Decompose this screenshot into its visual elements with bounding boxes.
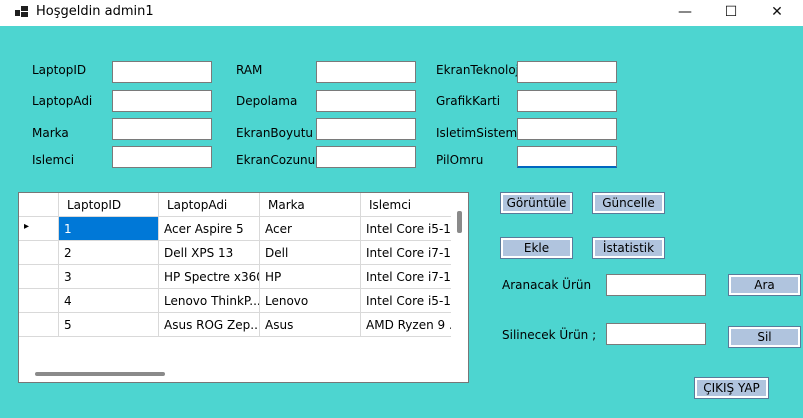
table-cell[interactable]: Intel Core i7-1... <box>361 241 461 265</box>
table-cell[interactable]: Acer <box>260 217 361 241</box>
label-aranacak-urun: Aranacak Ürün <box>502 278 592 292</box>
table-cell[interactable]: Asus ROG Zep... <box>159 313 260 337</box>
ekran-teknolojisi-field[interactable] <box>517 61 617 83</box>
grid-header: LaptopID LaptopAdi Marka Islemci <box>19 193 468 217</box>
column-header-islemci[interactable]: Islemci <box>361 193 461 217</box>
guncelle-button[interactable]: Güncelle <box>592 192 665 214</box>
column-header-laptop-adi[interactable]: LaptopAdi <box>159 193 260 217</box>
laptop-data-grid[interactable]: LaptopID LaptopAdi Marka Islemci ▸ 1 Ace… <box>18 192 469 383</box>
table-cell[interactable]: 4 <box>59 289 159 313</box>
ekran-cozunurlugu-field[interactable] <box>316 146 416 168</box>
table-cell[interactable]: Asus <box>260 313 361 337</box>
window-title: Hoşgeldin admin1 <box>36 4 154 19</box>
label-isletim-sistemi: IsletimSistemi <box>436 126 518 140</box>
grafik-karti-field[interactable] <box>517 90 617 112</box>
table-cell[interactable]: 2 <box>59 241 159 265</box>
label-ekran-boyutu: EkranBoyutu <box>236 126 314 140</box>
label-ram: RAM <box>236 63 263 77</box>
current-row-arrow-icon: ▸ <box>24 221 30 232</box>
label-pil-omru: PilOmru <box>436 153 484 167</box>
column-header-marka[interactable]: Marka <box>260 193 361 217</box>
label-islemci: Islemci <box>32 153 75 167</box>
app-icon <box>15 6 29 18</box>
isletim-sistemi-field[interactable] <box>517 118 617 140</box>
row-header[interactable] <box>19 265 59 289</box>
table-cell[interactable]: Intel Core i7-1... <box>361 265 461 289</box>
label-ekran-teknolojisi: EkranTeknoloji <box>436 63 518 77</box>
istatistik-button[interactable]: İstatistik <box>592 237 665 259</box>
vertical-scroll-thumb[interactable] <box>457 211 462 233</box>
row-header[interactable] <box>19 289 59 313</box>
depolama-field[interactable] <box>316 90 416 112</box>
table-cell[interactable]: Acer Aspire 5 <box>159 217 260 241</box>
label-laptop-adi: LaptopAdi <box>32 94 93 108</box>
table-cell[interactable]: 3 <box>59 265 159 289</box>
table-cell[interactable]: Lenovo <box>260 289 361 313</box>
table-cell[interactable]: Lenovo ThinkP... <box>159 289 260 313</box>
ram-field[interactable] <box>316 61 416 83</box>
row-header-selected[interactable]: ▸ <box>19 217 59 241</box>
title-bar: Hoşgeldin admin1 — ☐ ✕ <box>0 0 803 26</box>
grid-corner-cell[interactable] <box>19 193 59 217</box>
sil-button[interactable]: Sil <box>728 326 801 348</box>
table-cell[interactable]: Dell XPS 13 <box>159 241 260 265</box>
cikis-yap-button[interactable]: ÇIKIŞ YAP <box>694 377 769 399</box>
pil-omru-field[interactable] <box>517 146 617 168</box>
table-cell[interactable]: 5 <box>59 313 159 337</box>
close-button[interactable]: ✕ <box>754 0 800 24</box>
laptop-id-field[interactable] <box>112 61 212 83</box>
horizontal-scroll-thumb[interactable] <box>35 372 165 376</box>
table-cell[interactable]: Intel Core i5-1... <box>361 289 461 313</box>
islemci-field[interactable] <box>112 146 212 168</box>
label-marka: Marka <box>32 126 69 140</box>
horizontal-scrollbar[interactable] <box>19 365 468 382</box>
marka-field[interactable] <box>112 118 212 140</box>
silinecek-urun-field[interactable] <box>606 323 706 345</box>
table-cell[interactable]: Dell <box>260 241 361 265</box>
table-cell[interactable]: HP Spectre x360 <box>159 265 260 289</box>
label-ekran-cozunurlugu: EkranCozunurl <box>236 153 318 167</box>
ekle-button[interactable]: Ekle <box>500 237 573 259</box>
goruntule-button[interactable]: Görüntüle <box>500 192 573 214</box>
table-cell[interactable]: HP <box>260 265 361 289</box>
minimize-button[interactable]: — <box>662 0 708 24</box>
row-header[interactable] <box>19 241 59 265</box>
ara-button[interactable]: Ara <box>728 274 801 296</box>
table-cell[interactable]: AMD Ryzen 9 ... <box>361 313 461 337</box>
ekran-boyutu-field[interactable] <box>316 118 416 140</box>
label-laptop-id: LaptopID <box>32 63 87 77</box>
column-header-laptop-id[interactable]: LaptopID <box>59 193 159 217</box>
vertical-scrollbar[interactable] <box>451 193 468 367</box>
label-depolama: Depolama <box>236 94 298 108</box>
table-cell[interactable]: 1 <box>59 217 159 241</box>
laptop-adi-field[interactable] <box>112 90 212 112</box>
form-body: LaptopID LaptopAdi Marka Islemci RAM Dep… <box>0 26 803 418</box>
table-cell[interactable]: Intel Core i5-1... <box>361 217 461 241</box>
maximize-button[interactable]: ☐ <box>708 0 754 24</box>
label-silinecek-urun: Silinecek Ürün ; <box>502 328 597 342</box>
row-header[interactable] <box>19 313 59 337</box>
label-grafik-karti: GrafikKarti <box>436 94 501 108</box>
aranacak-urun-field[interactable] <box>606 274 706 296</box>
